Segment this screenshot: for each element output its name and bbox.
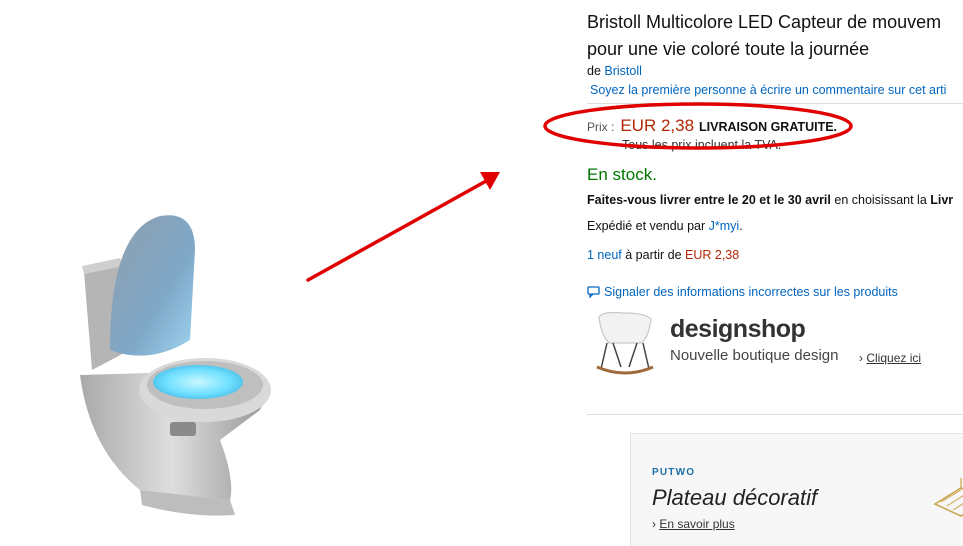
brand-byline: de Bristoll — [587, 64, 642, 78]
annotation-arrow — [300, 160, 510, 290]
new-offers-link[interactable]: 1 neuf — [587, 248, 622, 262]
designshop-cta[interactable]: › Cliquez ici — [859, 351, 921, 365]
offers-price: EUR 2,38 — [685, 248, 740, 262]
putwo-cta[interactable]: › En savoir plus — [652, 517, 735, 531]
designshop-logo: designshop — [670, 315, 806, 343]
chair-image — [596, 311, 654, 375]
seller-info: Expédié et vendu par J*myi. — [587, 219, 743, 233]
stock-status: En stock. — [587, 165, 657, 184]
write-review-link[interactable]: Soyez la première personne à écrire un c… — [590, 83, 946, 97]
putwo-ad[interactable]: PUTWO Plateau décoratif › En savoir plus — [630, 433, 963, 546]
brand-link[interactable]: Bristoll — [604, 64, 642, 78]
putwo-headline: Plateau décoratif — [652, 485, 818, 510]
product-details: Bristoll Multicolore LED Capteur de mouv… — [587, 0, 963, 546]
delivery-info: Faites-vous livrer entre le 20 et le 30 … — [587, 193, 954, 207]
report-incorrect-info-link[interactable]: Signaler des informations incorrectes su… — [587, 285, 898, 299]
report-comment-icon — [587, 286, 600, 298]
price-highlight-ellipse — [543, 102, 853, 150]
offers-info: 1 neuf à partir de EUR 2,38 — [587, 248, 740, 262]
designshop-ad[interactable]: designshop Nouvelle boutique design › Cl… — [589, 307, 963, 377]
designshop-tagline: Nouvelle boutique design — [670, 347, 839, 364]
product-image-toilet-led[interactable] — [70, 200, 290, 530]
tray-image — [933, 478, 963, 517]
divider — [587, 414, 963, 415]
putwo-brand: PUTWO — [652, 467, 696, 478]
product-title: Bristoll Multicolore LED Capteur de mouv… — [587, 12, 942, 59]
seller-link[interactable]: J*myi — [709, 219, 740, 233]
